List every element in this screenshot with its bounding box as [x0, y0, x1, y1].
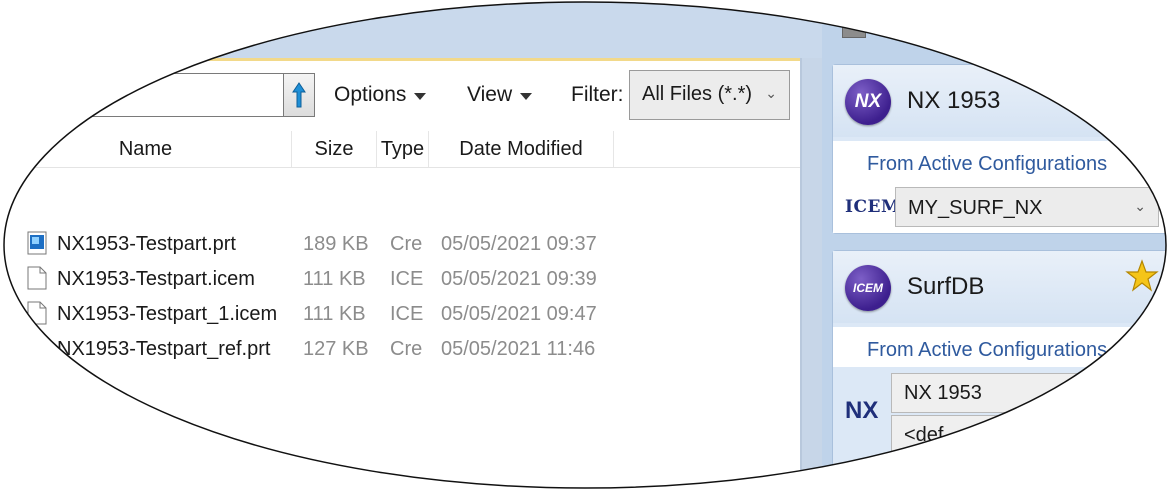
file-row[interactable]: NX1953-Testpart.icem 111 KB ICE 05/05/2021 …	[4, 262, 800, 297]
window-icon	[842, 14, 866, 38]
column-headers: Name Size Type Date Modified	[4, 131, 803, 168]
column-header-type[interactable]: Type	[377, 131, 429, 167]
up-arrow-icon	[292, 82, 306, 108]
options-menu[interactable]: Options	[334, 83, 427, 107]
surfdb-card: ICEM SurfDB From Active Configurations N…	[832, 250, 1166, 488]
file-row[interactable]: NX1953-Testpart.prt 189 KB Cre 05/05/2021 0…	[4, 227, 800, 262]
from-active-configurations-label: From Active Configurations	[867, 153, 1108, 175]
filter-value: All Files (*.*)	[642, 83, 753, 105]
file-row[interactable]: NX1953-Testpart_1.icem 111 KB ICE 05/05/202…	[4, 297, 800, 332]
file-name: NX1953-Testpart.prt	[57, 233, 236, 255]
nx-label: NX	[845, 397, 879, 424]
pane-divider[interactable]	[800, 58, 824, 488]
blank-file-icon	[27, 301, 47, 325]
icem-logo-icon: ICEM	[845, 265, 891, 311]
caret-down-icon	[520, 93, 533, 100]
configuration-value: MY_SURF_NX	[908, 197, 1043, 219]
file-name: NX1953-Testpart_ref.prt	[57, 338, 271, 360]
nx-logo-icon: NX	[845, 79, 891, 125]
filter-select[interactable]: All Files (*.*) ⌄	[629, 70, 790, 120]
path-input[interactable]	[40, 73, 284, 117]
options-label: Options	[334, 83, 407, 106]
zoomed-screenshot: Options View Filter: All Files (*.*) ⌄ N…	[4, 2, 1166, 488]
chevron-down-icon: ⌄	[765, 85, 777, 101]
blank-file-icon	[27, 266, 47, 290]
column-header-name[interactable]: Name	[4, 131, 292, 167]
file-date-modified: 05/05/2021 09:39	[441, 268, 597, 290]
star-icon[interactable]	[1125, 259, 1159, 293]
file-type: Cre	[390, 338, 423, 360]
file-name: NX1953-Testpart.icem	[57, 268, 255, 290]
file-size: 127 KB	[303, 338, 369, 360]
card-header: NX NX 1953	[833, 65, 1166, 137]
file-row[interactable]: NX1953-Testpart_ref.prt 127 KB Cre 05/05/20…	[4, 332, 800, 367]
file-date-modified: 05/05/2021 11:46	[441, 338, 596, 360]
file-type: ICE	[390, 268, 424, 290]
file-size: 189 KB	[303, 233, 369, 255]
configuration-panel: NX NX 1953 From Active Configurations IC…	[822, 2, 1166, 488]
file-size: 111 KB	[303, 268, 366, 290]
configuration-select[interactable]: MY_SURF_NX ⌄	[895, 187, 1159, 227]
column-header-size[interactable]: Size	[292, 131, 377, 167]
chevron-down-icon: ⌄	[1134, 198, 1146, 214]
card-header: ICEM SurfDB	[833, 251, 1166, 323]
default-field[interactable]: <def	[891, 415, 1151, 455]
card-title: NX 1953	[907, 87, 1001, 114]
card-body: NX NX 1953 <def	[833, 369, 1166, 488]
up-folder-button[interactable]	[283, 73, 315, 117]
prt-file-icon	[27, 336, 47, 360]
caret-down-icon	[414, 93, 427, 100]
view-menu[interactable]: View	[467, 83, 533, 107]
from-active-configurations-label: From Active Configurations	[867, 339, 1108, 361]
card-subtitle-row: From Active Configurations	[833, 327, 1166, 367]
prt-file-icon	[27, 231, 47, 255]
card-body: ICEM MY_SURF_NX ⌄	[833, 183, 1166, 233]
view-label: View	[467, 83, 513, 106]
card-subtitle-row: From Active Configurations	[833, 141, 1166, 185]
file-type: ICE	[390, 303, 424, 325]
filter-label: Filter:	[571, 83, 624, 106]
file-date-modified: 05/05/2021 09:47	[441, 303, 597, 325]
nx-1953-card: NX NX 1953 From Active Configurations IC…	[832, 64, 1166, 234]
card-title: SurfDB	[907, 273, 985, 300]
file-size: 111 KB	[303, 303, 366, 325]
nx-version-field[interactable]: NX 1953	[891, 373, 1151, 413]
file-open-dialog: Options View Filter: All Files (*.*) ⌄ N…	[4, 58, 803, 488]
icem-label: ICEM	[845, 197, 901, 217]
column-header-date-modified[interactable]: Date Modified	[429, 131, 614, 167]
file-type: Cre	[390, 233, 423, 255]
dialog-toolbar: Options View Filter: All Files (*.*) ⌄	[4, 61, 803, 129]
file-date-modified: 05/05/2021 09:37	[441, 233, 597, 255]
file-name: NX1953-Testpart_1.icem	[57, 303, 278, 325]
